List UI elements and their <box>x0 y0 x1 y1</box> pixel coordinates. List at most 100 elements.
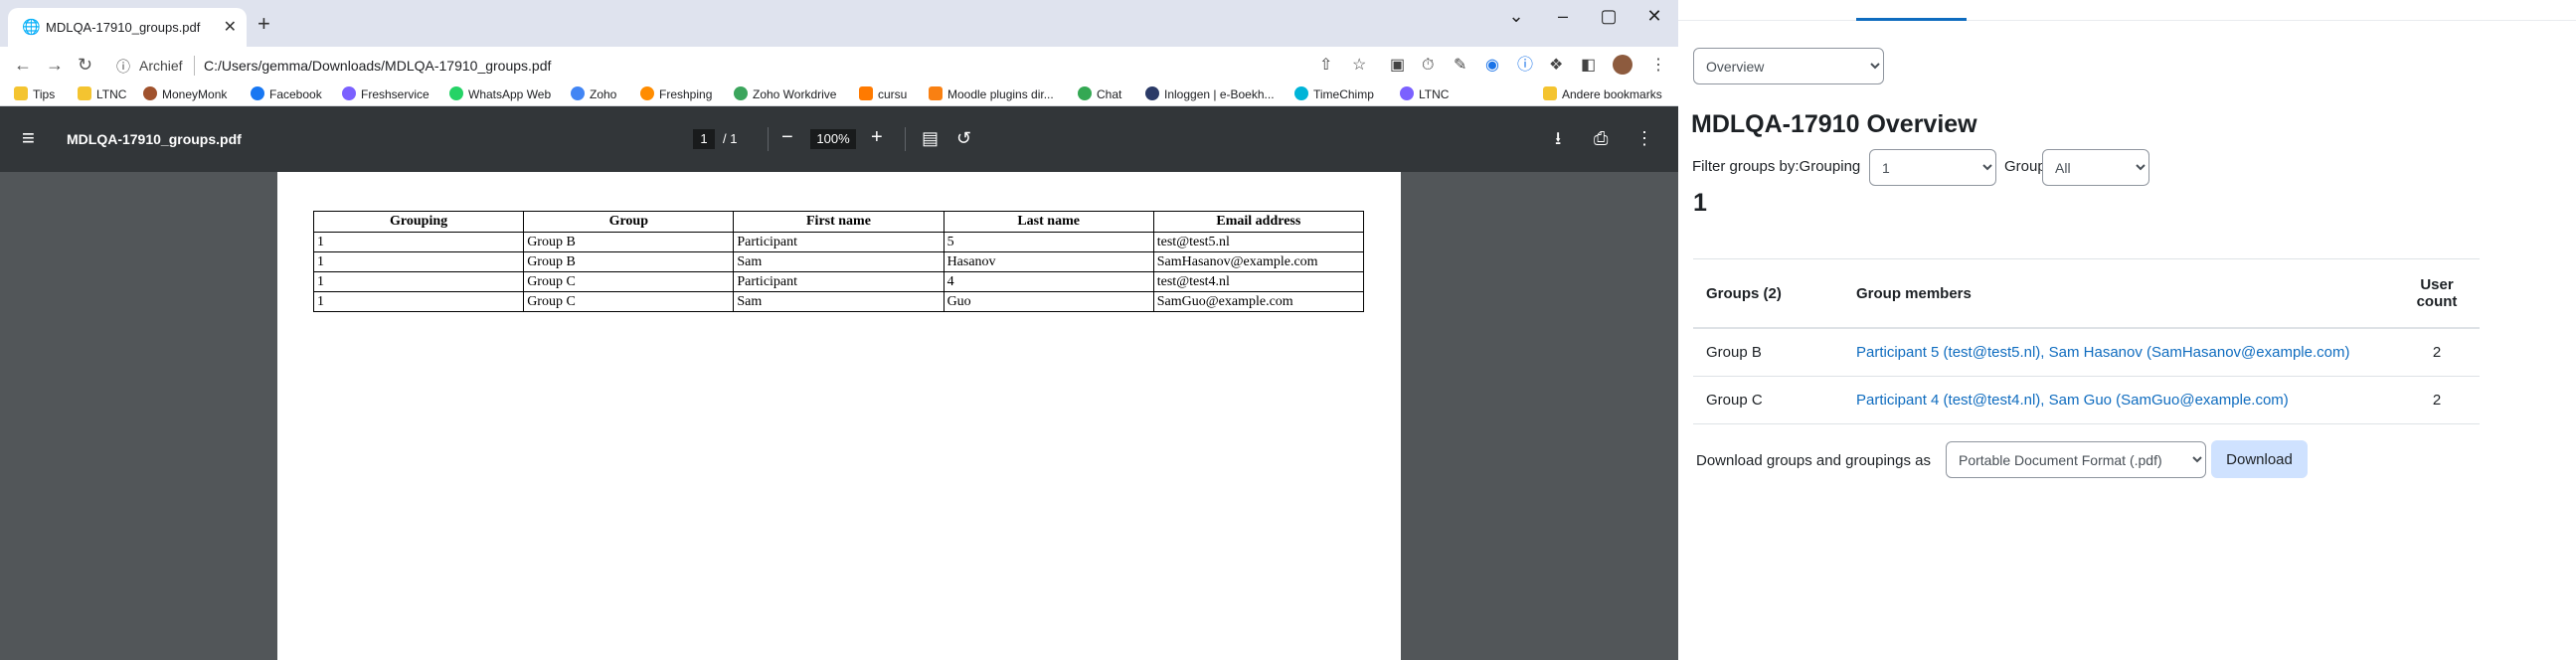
zoom-out-button[interactable]: − <box>781 125 793 149</box>
bookmark-item[interactable]: Freshping <box>640 86 712 101</box>
share-icon[interactable]: ⇧ <box>1319 57 1332 75</box>
bookmark-item[interactable]: Moodle plugins dir... <box>929 86 1054 101</box>
bookmark-folder-other[interactable]: Andere bookmarks <box>1543 86 1662 101</box>
browser-toolbar: ← → ↻ ⓘ Archief C:/Users/gemma/Downloads… <box>0 47 1678 84</box>
cell-grouping: 1 <box>312 271 525 292</box>
cell-email: SamGuo@example.com <box>1152 291 1365 312</box>
close-window-button[interactable]: ✕ <box>1634 6 1674 27</box>
bookmark-item[interactable]: Tips <box>14 86 55 101</box>
address-bar[interactable]: ⓘ Archief C:/Users/gemma/Downloads/MDLQA… <box>104 52 1327 80</box>
table-row: 1 Group C Participant 4 test@test4.nl <box>312 271 1365 292</box>
password-extension-icon[interactable]: ⓘ <box>1517 57 1533 75</box>
whatsapp-icon <box>449 86 463 100</box>
user-count-label-line2: count <box>2416 293 2458 310</box>
page-number-input[interactable]: 1 <box>693 129 715 149</box>
tab-search-icon[interactable]: ⌄ <box>1496 6 1536 27</box>
grouping-select[interactable]: 1 <box>1869 149 1996 186</box>
print-icon[interactable]: ⎙ <box>1594 127 1608 149</box>
table-row: 1 Group C Sam Guo SamGuo@example.com <box>312 291 1365 312</box>
menu-kebab-icon[interactable]: ⋮ <box>1650 57 1666 75</box>
hamburger-menu-icon[interactable]: ≡ <box>22 127 35 149</box>
new-tab-button[interactable]: + <box>258 13 270 35</box>
download-format-select[interactable]: Portable Document Format (.pdf) <box>1946 441 2206 478</box>
tab-title: MDLQA-17910_groups.pdf <box>46 20 201 35</box>
bookmark-item[interactable]: Zoho Workdrive <box>734 86 836 101</box>
bookmark-star-icon[interactable]: ☆ <box>1352 57 1366 75</box>
fit-page-icon[interactable]: ▤ <box>922 127 939 149</box>
moodle-overview-panel: Overview MDLQA-17910 Overview Filter gro… <box>1678 0 2576 660</box>
freshping-icon <box>640 86 654 100</box>
table-row: Group B Participant 5 (test@test5.nl), S… <box>1693 328 2480 377</box>
folder-icon <box>14 86 28 100</box>
timer-icon[interactable]: ⏱ <box>1422 57 1434 75</box>
cell-grouping: 1 <box>312 232 525 252</box>
filter-group-label: Group <box>2004 158 2046 175</box>
download-button[interactable]: Download <box>2211 440 2308 478</box>
pdf-page: Grouping Group First name Last name Emai… <box>277 172 1401 660</box>
cell-email: SamHasanov@example.com <box>1152 251 1365 272</box>
view-select[interactable]: Overview <box>1693 48 1884 84</box>
group-select[interactable]: All <box>2042 149 2149 186</box>
zoom-in-button[interactable]: + <box>871 125 883 149</box>
chat-icon <box>1078 86 1092 100</box>
close-tab-icon[interactable]: ✕ <box>224 17 237 37</box>
page-title: MDLQA-17910 Overview <box>1691 110 1977 138</box>
puzzle-icon[interactable]: ❖ <box>1549 57 1563 75</box>
ltnc-icon <box>1400 86 1414 100</box>
bookmark-item[interactable]: TimeChimp <box>1294 86 1374 101</box>
reload-button[interactable]: ↻ <box>78 55 92 76</box>
bookmark-item[interactable]: Inloggen | e-Boekh... <box>1145 86 1275 101</box>
pen-extension-icon[interactable]: ✎ <box>1454 57 1466 75</box>
forward-button[interactable]: → <box>46 55 64 76</box>
group-name-cell: Group B <box>1693 328 1843 377</box>
groups-overview-table: Groups (2) Group members User count Group… <box>1693 258 2480 424</box>
tab-nav-underline <box>1678 20 2576 21</box>
url-text[interactable]: C:/Users/gemma/Downloads/MDLQA-17910_gro… <box>204 58 551 74</box>
download-icon[interactable]: ⭳ <box>1555 127 1561 149</box>
bookmark-item[interactable]: Facebook <box>251 86 322 101</box>
bookmark-item[interactable]: WhatsApp Web <box>449 86 551 101</box>
pdf-toolbar: ≡ MDLQA-17910_groups.pdf 1 / 1 − 100% + … <box>0 106 1678 172</box>
bookmark-item[interactable]: cursu <box>859 86 907 101</box>
column-header-email: Email address <box>1152 211 1365 233</box>
minimize-button[interactable]: – <box>1543 6 1583 27</box>
table-row: Group C Participant 4 (test@test4.nl), S… <box>1693 376 2480 424</box>
bookmark-item[interactable]: LTNC <box>78 86 126 101</box>
bookmarks-bar: Tips LTNC MoneyMonk Facebook Freshservic… <box>0 84 1678 106</box>
column-header-first-name: First name <box>733 211 945 233</box>
address-separator <box>194 56 195 76</box>
browser-tab[interactable]: 🌐 MDLQA-17910_groups.pdf ✕ <box>8 8 247 47</box>
moneymonk-icon <box>143 86 157 100</box>
rotate-icon[interactable]: ↺ <box>956 127 971 149</box>
bookmark-item[interactable]: Freshservice <box>342 86 429 101</box>
bookmark-item[interactable]: LTNC <box>1400 86 1449 101</box>
group-members-link[interactable]: Participant 4 (test@test4.nl), Sam Guo (… <box>1856 392 2289 409</box>
cell-first-name: Sam <box>733 291 945 312</box>
group-members-link[interactable]: Participant 5 (test@test5.nl), Sam Hasan… <box>1856 344 2349 361</box>
e-boekhouden-icon <box>1145 86 1159 100</box>
cell-email: test@test5.nl <box>1152 232 1365 252</box>
column-header-last-name: Last name <box>943 211 1154 233</box>
maximize-button[interactable]: ▢ <box>1589 6 1629 27</box>
pdf-document-name: MDLQA-17910_groups.pdf <box>67 131 242 147</box>
zoom-input[interactable]: 100% <box>810 129 856 149</box>
table-header-row: Groups (2) Group members User count <box>1693 258 2480 329</box>
folder-icon <box>78 86 91 100</box>
browser-window: 🌐 MDLQA-17910_groups.pdf ✕ + ⌄ – ▢ ✕ ← →… <box>0 0 1678 660</box>
back-button[interactable]: ← <box>14 55 32 76</box>
side-panel-icon[interactable]: ◧ <box>1581 57 1596 75</box>
circle-extension-icon[interactable]: ◉ <box>1485 57 1499 75</box>
cell-grouping: 1 <box>312 251 525 272</box>
bookmark-item[interactable]: MoneyMonk <box>143 86 227 101</box>
info-icon[interactable]: ⓘ <box>116 57 130 77</box>
user-count-label-line1: User <box>2420 276 2454 293</box>
archief-label: Archief <box>139 58 183 74</box>
facebook-icon <box>251 86 264 100</box>
zoho-icon <box>571 86 585 100</box>
profile-avatar[interactable] <box>1613 55 1632 75</box>
group-members-cell: Participant 4 (test@test4.nl), Sam Guo (… <box>1843 376 2394 424</box>
more-options-icon[interactable]: ⋮ <box>1635 127 1653 149</box>
bookmark-item[interactable]: Chat <box>1078 86 1121 101</box>
extension-icon[interactable]: ▣ <box>1390 57 1405 75</box>
bookmark-item[interactable]: Zoho <box>571 86 616 101</box>
